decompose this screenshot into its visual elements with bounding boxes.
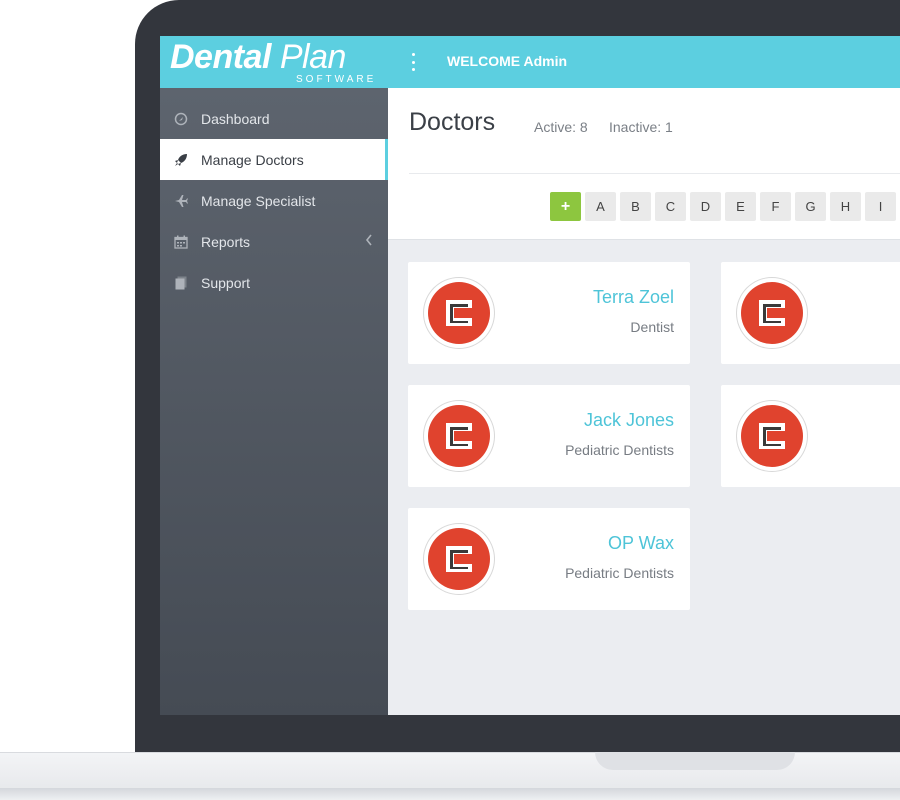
doctor-avatar: [424, 524, 494, 594]
sidebar-item-label: Support: [201, 274, 251, 291]
letter-filter-a[interactable]: A: [585, 192, 616, 221]
doctor-card[interactable]: [721, 262, 900, 364]
active-count: Active: 8: [534, 119, 588, 135]
sidebar-item-manage-doctors[interactable]: Manage Doctors: [160, 139, 388, 180]
sidebar-item-label: Manage Specialist: [201, 192, 316, 209]
sidebar-item-label: Dashboard: [201, 110, 270, 127]
top-bar: Dental Plan SOFTWARE WELCOME Admin: [160, 36, 900, 88]
sidebar-item-dashboard[interactable]: Dashboard: [160, 98, 388, 139]
letter-filter-e[interactable]: E: [725, 192, 756, 221]
doctor-specialty: Pediatric Dentists: [565, 442, 674, 458]
doctor-avatar: [737, 278, 807, 348]
doctor-name[interactable]: OP Wax: [608, 533, 674, 554]
logo-icon: [446, 423, 472, 449]
sidebar-item-support[interactable]: Support: [160, 262, 388, 303]
logo-icon: [446, 300, 472, 326]
welcome-text: WELCOME Admin: [447, 53, 568, 69]
doctor-specialty: Pediatric Dentists: [565, 565, 674, 581]
plane-icon: [173, 193, 189, 209]
sidebar-item-manage-specialist[interactable]: Manage Specialist: [160, 180, 388, 221]
letter-filter-d[interactable]: D: [690, 192, 721, 221]
header-divider: [409, 173, 900, 174]
doctor-avatar: [424, 401, 494, 471]
doctor-avatar: [737, 401, 807, 471]
letter-filter-i[interactable]: I: [865, 192, 896, 221]
doctor-avatar: [424, 278, 494, 348]
inactive-count: Inactive: 1: [609, 119, 673, 135]
logo-text: Dental Plan: [170, 38, 346, 76]
app-screen: Dental Plan SOFTWARE WELCOME Admin Dashb…: [160, 36, 900, 715]
files-icon: [173, 275, 189, 291]
sidebar-item-label: Manage Doctors: [201, 151, 304, 168]
page-title: Doctors: [409, 108, 496, 136]
doctor-card[interactable]: Terra Zoel Dentist: [408, 262, 690, 364]
sidebar-item-reports[interactable]: Reports: [160, 221, 388, 262]
doctor-name[interactable]: Terra Zoel: [593, 287, 674, 308]
logo-subtitle: SOFTWARE: [296, 74, 377, 85]
doctor-card[interactable]: Jack Jones Pediatric Dentists: [408, 385, 690, 487]
letter-filter-h[interactable]: H: [830, 192, 861, 221]
logo[interactable]: Dental Plan SOFTWARE: [160, 36, 388, 88]
laptop-notch: [595, 752, 795, 770]
letter-filter-g[interactable]: G: [795, 192, 826, 221]
doctor-name[interactable]: Jack Jones: [584, 410, 674, 431]
dashboard-icon: [173, 111, 189, 127]
alphabet-filter: + A B C D E F G H I: [550, 192, 900, 221]
doctor-card[interactable]: [721, 385, 900, 487]
doctor-card[interactable]: OP Wax Pediatric Dentists: [408, 508, 690, 610]
kebab-menu-icon[interactable]: [410, 53, 416, 71]
add-doctor-button[interactable]: +: [550, 192, 581, 221]
letter-filter-c[interactable]: C: [655, 192, 686, 221]
chevron-left-icon: [365, 234, 373, 249]
sidebar: Dashboard Manage Doctors Manage Speciali…: [160, 88, 388, 715]
calendar-icon: [173, 234, 189, 250]
letter-filter-f[interactable]: F: [760, 192, 791, 221]
logo-icon: [446, 546, 472, 572]
doctors-header: Doctors Active: 8 Inactive: 1 + A B C D …: [388, 88, 900, 240]
sidebar-item-label: Reports: [201, 233, 251, 250]
letter-filter-b[interactable]: B: [620, 192, 651, 221]
rocket-icon: [173, 152, 189, 168]
doctor-specialty: Dentist: [630, 319, 674, 335]
laptop-base-lip: [0, 788, 900, 800]
logo-icon: [759, 300, 785, 326]
logo-icon: [759, 423, 785, 449]
